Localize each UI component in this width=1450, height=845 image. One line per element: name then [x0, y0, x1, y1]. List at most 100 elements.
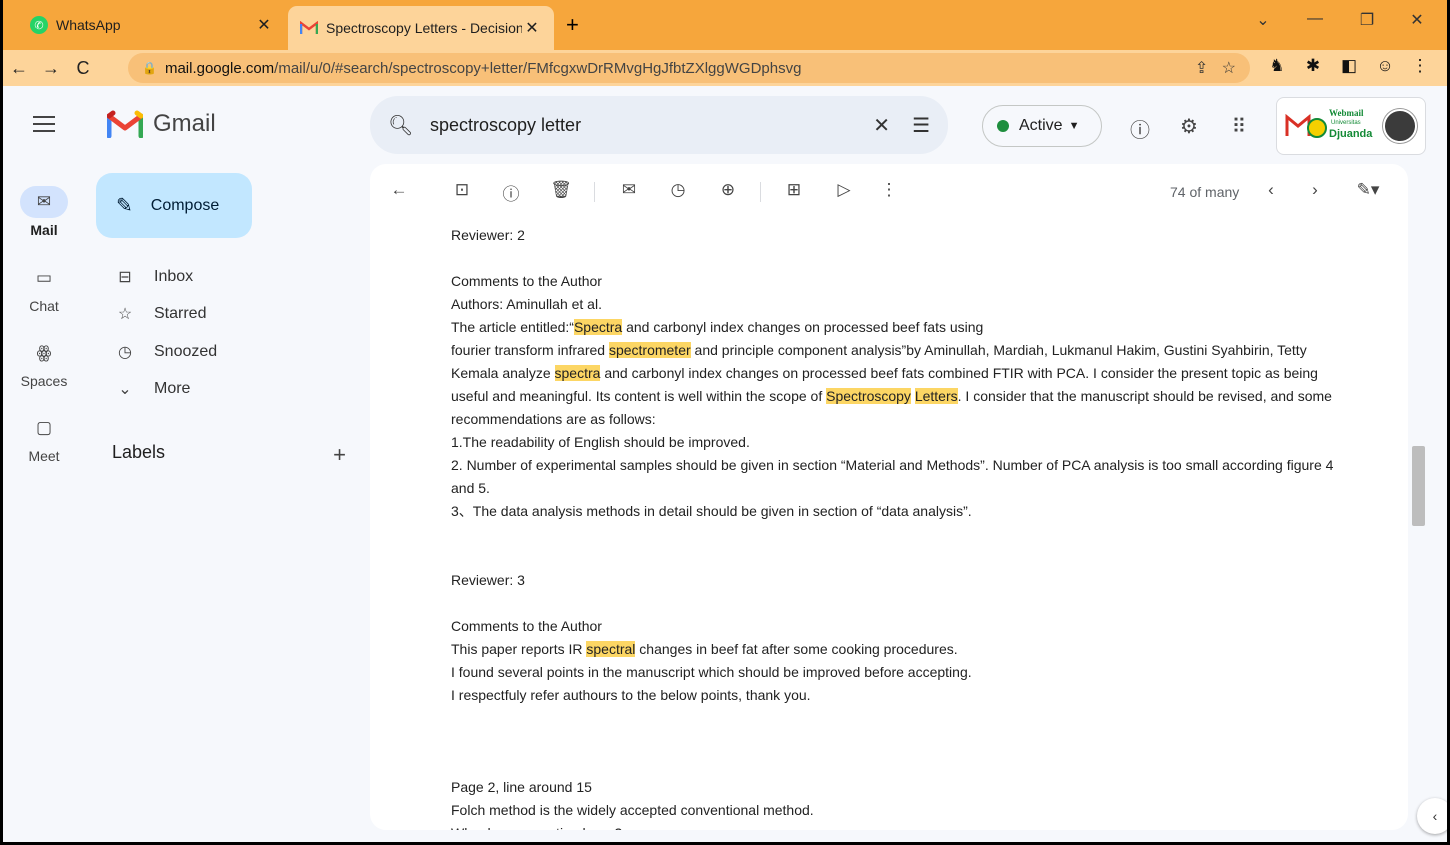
scrollbar-thumb[interactable]: [1412, 446, 1425, 526]
tab-title: Spectroscopy Letters - Decision o: [326, 20, 522, 36]
rail-item-spaces[interactable]: ꙮ Spaces: [4, 337, 84, 389]
add-label-button[interactable]: +: [333, 442, 346, 468]
labels-header: Labels +: [112, 442, 346, 468]
search-options-icon[interactable]: ☰: [912, 113, 930, 138]
back-to-search-icon[interactable]: ←: [386, 180, 412, 200]
authors-line: Authors: Aminullah et al.: [451, 296, 602, 312]
meet-icon: ▢: [35, 418, 53, 437]
compose-button[interactable]: ✎ Compose: [96, 173, 252, 238]
mark-unread-icon[interactable]: ✉: [616, 180, 642, 200]
snooze-icon[interactable]: ◷: [665, 180, 691, 200]
move-to-icon[interactable]: ⊞: [781, 180, 807, 200]
input-tools-icon[interactable]: ✎▾: [1348, 180, 1388, 200]
more-options-icon[interactable]: ⋮: [876, 180, 902, 200]
profile-icon[interactable]: ☺: [1373, 56, 1397, 76]
nav-label: Starred: [154, 305, 207, 322]
clock-icon: ◷: [118, 344, 132, 361]
tab-spectroscopy-letters[interactable]: Spectroscopy Letters - Decision o ✕: [288, 6, 554, 50]
gmail-m-icon: [107, 110, 143, 138]
nav-item-inbox[interactable]: ⊟ Inbox: [100, 261, 350, 293]
apps-grid-icon[interactable]: ⠿: [1226, 114, 1252, 139]
rail-item-meet[interactable]: ▢ Meet: [4, 412, 84, 464]
chrome-menu-icon[interactable]: ⋮: [1408, 56, 1432, 76]
brand-line-2: Universitas: [1331, 120, 1361, 126]
app-name: Gmail: [153, 110, 216, 137]
comments-heading: Comments to the Author: [451, 618, 602, 634]
inbox-icon: ⊟: [118, 269, 132, 286]
recommendation-2-cont: and 5.: [451, 480, 490, 496]
avatar: [1383, 109, 1417, 143]
message-panel: ← ⊡ ⓘ 🗑︎ ✉ ◷ ⊕ ⊞ ▷ ⋮ 74 of many ‹ › ✎▾ R…: [370, 164, 1408, 830]
recommendation-1: 1.The readability of English should be i…: [451, 434, 750, 450]
puzzle-icon[interactable]: ✱: [1301, 56, 1325, 76]
search-highlight: spectra: [554, 365, 601, 381]
whatsapp-icon: ✆: [30, 16, 48, 34]
minimize-icon[interactable]: —: [1300, 10, 1330, 28]
toolbar-divider: [760, 182, 761, 202]
show-side-panel-button[interactable]: ‹: [1417, 798, 1450, 834]
body-line: Why do you mention here ?: [451, 822, 1381, 830]
restore-icon[interactable]: ❐: [1352, 10, 1382, 30]
nav-item-more[interactable]: ⌄ More: [100, 373, 350, 405]
tab-whatsapp[interactable]: ✆ WhatsApp ✕: [18, 6, 286, 44]
main-menu-icon[interactable]: [33, 116, 55, 137]
recommendation-2: 2. Number of experimental samples should…: [451, 457, 1334, 473]
rail-item-mail[interactable]: ✉ Mail: [4, 186, 84, 238]
address-bar[interactable]: 🔒 mail.google.com/mail/u/0/#search/spect…: [128, 53, 1250, 83]
settings-gear-icon[interactable]: ⚙: [1176, 114, 1202, 139]
older-icon[interactable]: ›: [1302, 180, 1328, 200]
back-icon[interactable]: ←: [6, 58, 32, 79]
message-body: Reviewer: 2 Comments to the Author Autho…: [451, 224, 1381, 830]
tab-search-icon[interactable]: ⌄: [1248, 10, 1278, 30]
spaces-icon: ꙮ: [36, 343, 52, 362]
reload-icon[interactable]: C: [70, 58, 96, 79]
rail-item-chat[interactable]: ▭ Chat: [4, 262, 84, 314]
nav-label: Snoozed: [154, 343, 218, 360]
window-close-icon[interactable]: ✕: [1402, 10, 1432, 30]
url-path: /mail/u/0/#search/spectroscopy+letter/FM…: [274, 59, 802, 77]
report-spam-icon[interactable]: ⓘ: [498, 180, 524, 205]
body-line: fourier transform infrared spectrometer …: [451, 342, 1307, 358]
search-highlight: spectrometer: [608, 342, 691, 358]
search-bar: 🔍︎ ✕ ☰: [370, 96, 948, 154]
status-dropdown[interactable]: Active ▼: [982, 105, 1102, 147]
new-tab-button[interactable]: +: [566, 12, 579, 38]
comments-heading: Comments to the Author: [451, 273, 602, 289]
forward-icon[interactable]: →: [38, 58, 64, 79]
label-icon[interactable]: ▷: [831, 180, 857, 200]
webmail-logo: Webmail Universitas Djuanda: [1285, 106, 1372, 146]
side-panel-icon[interactable]: ◧: [1337, 56, 1361, 76]
clear-search-icon[interactable]: ✕: [873, 113, 890, 138]
toolbar-divider: [594, 182, 595, 202]
close-tab-icon[interactable]: ✕: [522, 18, 542, 38]
archive-icon[interactable]: ⊡: [449, 180, 475, 200]
help-icon[interactable]: ⓘ: [1127, 114, 1153, 143]
reviewer-2-title: Reviewer: 2: [451, 227, 525, 243]
search-icon[interactable]: 🔍︎: [388, 113, 418, 138]
star-icon: ☆: [117, 306, 133, 323]
body-line: The article entitled:“Spectra and carbon…: [451, 319, 984, 335]
nav-item-starred[interactable]: ☆ Starred: [100, 298, 350, 330]
nav-label: Inbox: [154, 268, 194, 285]
labels-title: Labels: [112, 442, 166, 462]
rail-label: Mail: [30, 222, 58, 238]
tab-title: WhatsApp: [56, 17, 121, 33]
share-bookmark-icons[interactable]: ⇪ ☆: [1195, 58, 1236, 78]
body-line: I respectfuly refer authours to the belo…: [451, 687, 811, 703]
close-tab-icon[interactable]: ✕: [254, 15, 274, 35]
delete-icon[interactable]: 🗑︎: [548, 180, 574, 200]
pencil-icon: ✎: [116, 195, 133, 217]
nav-item-snoozed[interactable]: ◷ Snoozed: [100, 336, 350, 368]
brand-line-1: Webmail: [1329, 108, 1364, 118]
caret-down-icon: ▼: [1068, 120, 1080, 132]
search-input[interactable]: [430, 114, 852, 136]
add-task-icon[interactable]: ⊕: [715, 180, 741, 200]
account-switcher[interactable]: Webmail Universitas Djuanda: [1276, 97, 1426, 155]
body-line: I found several points in the manuscript…: [451, 664, 972, 680]
newer-icon[interactable]: ‹: [1258, 180, 1284, 200]
gmail-header: Gmail 🔍︎ ✕ ☰ Active ▼ ⓘ ⚙ ⠿ Webmail Univ…: [0, 86, 1450, 164]
extension-icon[interactable]: ♞: [1265, 56, 1289, 76]
recommendation-3: 3、The data analysis methods in detail sh…: [451, 503, 972, 519]
status-label: Active: [1019, 117, 1063, 134]
gmail-logo[interactable]: Gmail: [107, 110, 216, 138]
